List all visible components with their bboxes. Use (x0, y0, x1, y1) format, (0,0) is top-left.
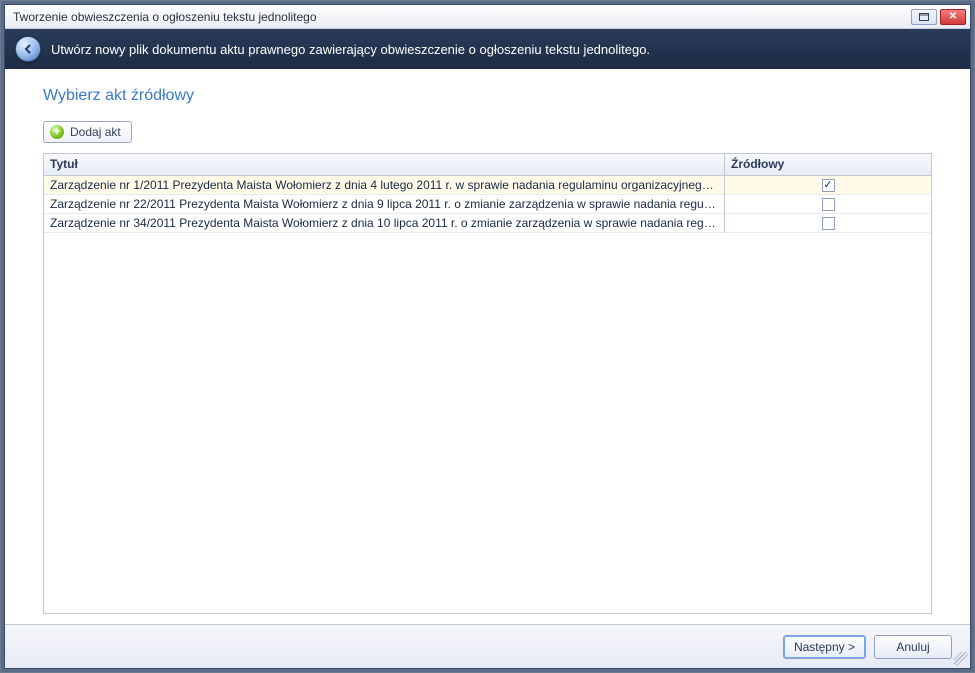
wizard-header: Utwórz nowy plik dokumentu aktu prawnego… (5, 29, 970, 69)
row-title: Zarządzenie nr 22/2011 Prezydenta Maista… (44, 194, 725, 214)
wizard-footer: Następny > Anuluj (5, 624, 970, 668)
column-title[interactable]: Tytuł (44, 154, 725, 175)
next-button[interactable]: Następny > (783, 635, 866, 659)
row-source-cell (725, 214, 931, 233)
table-row[interactable]: Zarządzenie nr 22/2011 Prezydenta Maista… (44, 195, 931, 214)
row-title: Zarządzenie nr 1/2011 Prezydenta Maista … (44, 176, 725, 195)
window-buttons: ✕ (911, 9, 966, 25)
source-checkbox[interactable]: ✓ (822, 179, 835, 192)
column-source[interactable]: Źródłowy (725, 154, 931, 175)
maximize-button[interactable] (911, 9, 937, 25)
add-act-label: Dodaj akt (70, 125, 121, 139)
dialog-window: Tworzenie obwieszczenia o ogłoszeniu tek… (4, 4, 971, 669)
titlebar: Tworzenie obwieszczenia o ogłoszeniu tek… (5, 5, 970, 29)
acts-table: Tytuł Źródłowy Zarządzenie nr 1/2011 Pre… (43, 153, 932, 614)
wizard-subtitle: Utwórz nowy plik dokumentu aktu prawnego… (51, 42, 650, 57)
section-title: Wybierz akt źródłowy (43, 87, 932, 105)
source-checkbox[interactable] (822, 198, 835, 211)
table-header: Tytuł Źródłowy (44, 154, 931, 176)
cancel-button[interactable]: Anuluj (874, 635, 952, 659)
close-button[interactable]: ✕ (940, 9, 966, 25)
row-source-cell (725, 195, 931, 214)
table-body: Zarządzenie nr 1/2011 Prezydenta Maista … (44, 176, 931, 613)
window-title: Tworzenie obwieszczenia o ogłoszeniu tek… (13, 10, 911, 24)
resize-grip[interactable] (954, 652, 968, 666)
table-row[interactable]: Zarządzenie nr 34/2011 Prezydenta Maista… (44, 214, 931, 233)
row-source-cell: ✓ (725, 176, 931, 195)
row-title: Zarządzenie nr 34/2011 Prezydenta Maista… (44, 213, 725, 233)
content-area: Wybierz akt źródłowy + Dodaj akt Tytuł Ź… (5, 69, 970, 624)
source-checkbox[interactable] (822, 217, 835, 230)
table-row[interactable]: Zarządzenie nr 1/2011 Prezydenta Maista … (44, 176, 931, 195)
back-icon[interactable] (15, 36, 41, 62)
add-act-button[interactable]: + Dodaj akt (43, 121, 132, 143)
plus-icon: + (50, 125, 64, 139)
